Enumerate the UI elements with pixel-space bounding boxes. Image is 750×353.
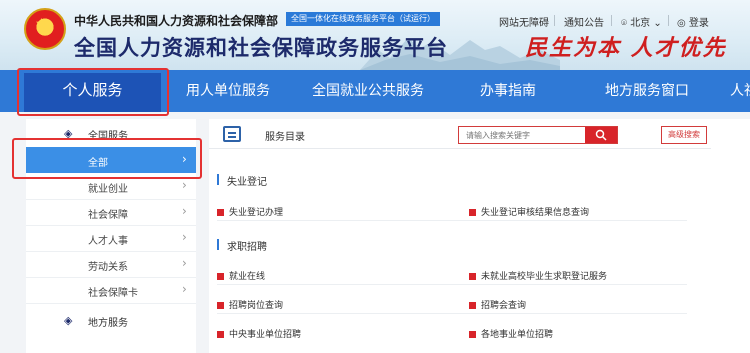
sidebar-item-social-security[interactable]: 社会保障 › — [26, 199, 196, 225]
bullet-icon — [469, 331, 476, 338]
location-label: 北京 — [630, 18, 651, 29]
service-link[interactable]: 未就业高校毕业生求职登记服务 — [469, 269, 607, 282]
service-link[interactable]: 就业在线 — [217, 269, 265, 282]
service-label: 失业登记办理 — [229, 208, 284, 218]
chevron-right-icon: › — [182, 230, 187, 244]
section-title: 失业登记 — [227, 177, 267, 188]
link-divider — [668, 15, 669, 26]
bullet-icon — [217, 331, 224, 338]
chevron-right-icon: › — [182, 178, 187, 192]
notice-link[interactable]: 通知公告 — [564, 14, 604, 29]
sidebar-item-talent[interactable]: 人才人事 › — [26, 225, 196, 251]
bullet-icon — [217, 209, 224, 216]
location-selector[interactable]: ⌾ 北京 ⌄ — [621, 14, 662, 29]
bullet-icon — [469, 209, 476, 216]
local-services-icon: ◈ — [64, 314, 73, 327]
sidebar-item-label: 就业创业 — [88, 184, 128, 195]
login-label: 登录 — [688, 18, 709, 29]
service-link[interactable]: 中央事业单位招聘 — [217, 327, 301, 340]
service-link[interactable]: 招聘会查询 — [469, 298, 526, 311]
link-divider — [611, 15, 612, 26]
highlight-box — [17, 68, 169, 116]
login-link[interactable]: ◎ 登录 — [677, 14, 709, 29]
service-catalog-panel: 服务目录 高级搜索 失业登记 失业登记办理 失业登记审核结果信息查询 求职招聘 … — [209, 119, 750, 353]
user-icon: ◎ — [677, 18, 686, 29]
slogan: 民生为本 人才优先 — [525, 35, 727, 61]
service-link[interactable]: 招聘岗位查询 — [217, 298, 283, 311]
nav-guide[interactable]: 办事指南 — [480, 70, 536, 112]
search-button[interactable] — [585, 127, 617, 143]
location-pin-icon: ⌾ — [621, 18, 627, 29]
catalog-toolbar: 服务目录 高级搜索 — [209, 119, 711, 149]
sidebar-item-label: 劳动关系 — [88, 262, 128, 273]
divider — [26, 303, 196, 304]
bullet-icon — [217, 302, 224, 309]
sidebar-item-labor-relations[interactable]: 劳动关系 › — [26, 251, 196, 277]
sidebar-local-header[interactable]: ◈ 地方服务 — [26, 308, 196, 334]
chevron-right-icon: › — [182, 282, 187, 296]
sidebar-item-label: 社会保障卡 — [88, 288, 138, 299]
service-link[interactable]: 失业登记办理 — [217, 205, 283, 218]
nav-employment-services[interactable]: 全国就业公共服务 — [312, 70, 424, 112]
search-icon — [595, 129, 607, 141]
divider — [217, 220, 687, 221]
service-label: 各地事业单位招聘 — [481, 330, 554, 340]
highlight-box — [12, 138, 202, 179]
ministry-name: 中华人民共和国人力资源和社会保障部 — [74, 14, 279, 28]
section-title: 求职招聘 — [227, 242, 267, 253]
sidebar-item-label: 社会保障 — [88, 210, 128, 221]
link-divider — [554, 15, 555, 26]
chevron-down-icon: ⌄ — [653, 18, 662, 29]
service-link[interactable]: 各地事业单位招聘 — [469, 327, 553, 340]
search-input[interactable] — [459, 127, 586, 143]
platform-title[interactable]: 全国人力资源和社会保障政务服务平台 — [74, 32, 448, 62]
divider — [217, 284, 687, 285]
nav-hrss[interactable]: 人社 — [730, 70, 750, 112]
advanced-search-button[interactable]: 高级搜索 — [661, 126, 707, 144]
divider — [217, 313, 687, 314]
nav-employer-services[interactable]: 用人单位服务 — [186, 70, 270, 112]
catalog-title: 服务目录 — [265, 132, 305, 143]
catalog-icon — [223, 126, 241, 142]
search-box — [458, 126, 618, 144]
emblem-star-icon: ★ — [35, 16, 48, 32]
service-label: 失业登记审核结果信息查询 — [481, 208, 590, 218]
bullet-icon — [217, 273, 224, 280]
bullet-icon — [469, 302, 476, 309]
nav-local-windows[interactable]: 地方服务窗口 — [605, 70, 689, 112]
service-label: 招聘岗位查询 — [229, 301, 284, 311]
chevron-right-icon: › — [182, 256, 187, 270]
service-label: 就业在线 — [229, 272, 266, 282]
service-label: 未就业高校毕业生求职登记服务 — [481, 272, 608, 282]
bullet-icon — [469, 273, 476, 280]
service-label: 招聘会查询 — [481, 301, 527, 311]
chevron-right-icon: › — [182, 204, 187, 218]
sidebar-item-label: 人才人事 — [88, 236, 128, 247]
accessibility-link[interactable]: 网站无障碍 — [499, 14, 549, 29]
site-header: ★ 中华人民共和国人力资源和社会保障部 全国一体化在线政务服务平台（试运行） 全… — [0, 0, 750, 70]
service-label: 中央事业单位招聘 — [229, 330, 302, 340]
sidebar-local-label: 地方服务 — [88, 318, 128, 329]
beta-badge: 全国一体化在线政务服务平台（试运行） — [286, 12, 440, 26]
sidebar-item-social-security-card[interactable]: 社会保障卡 › — [26, 277, 196, 303]
service-link[interactable]: 失业登记审核结果信息查询 — [469, 205, 589, 218]
